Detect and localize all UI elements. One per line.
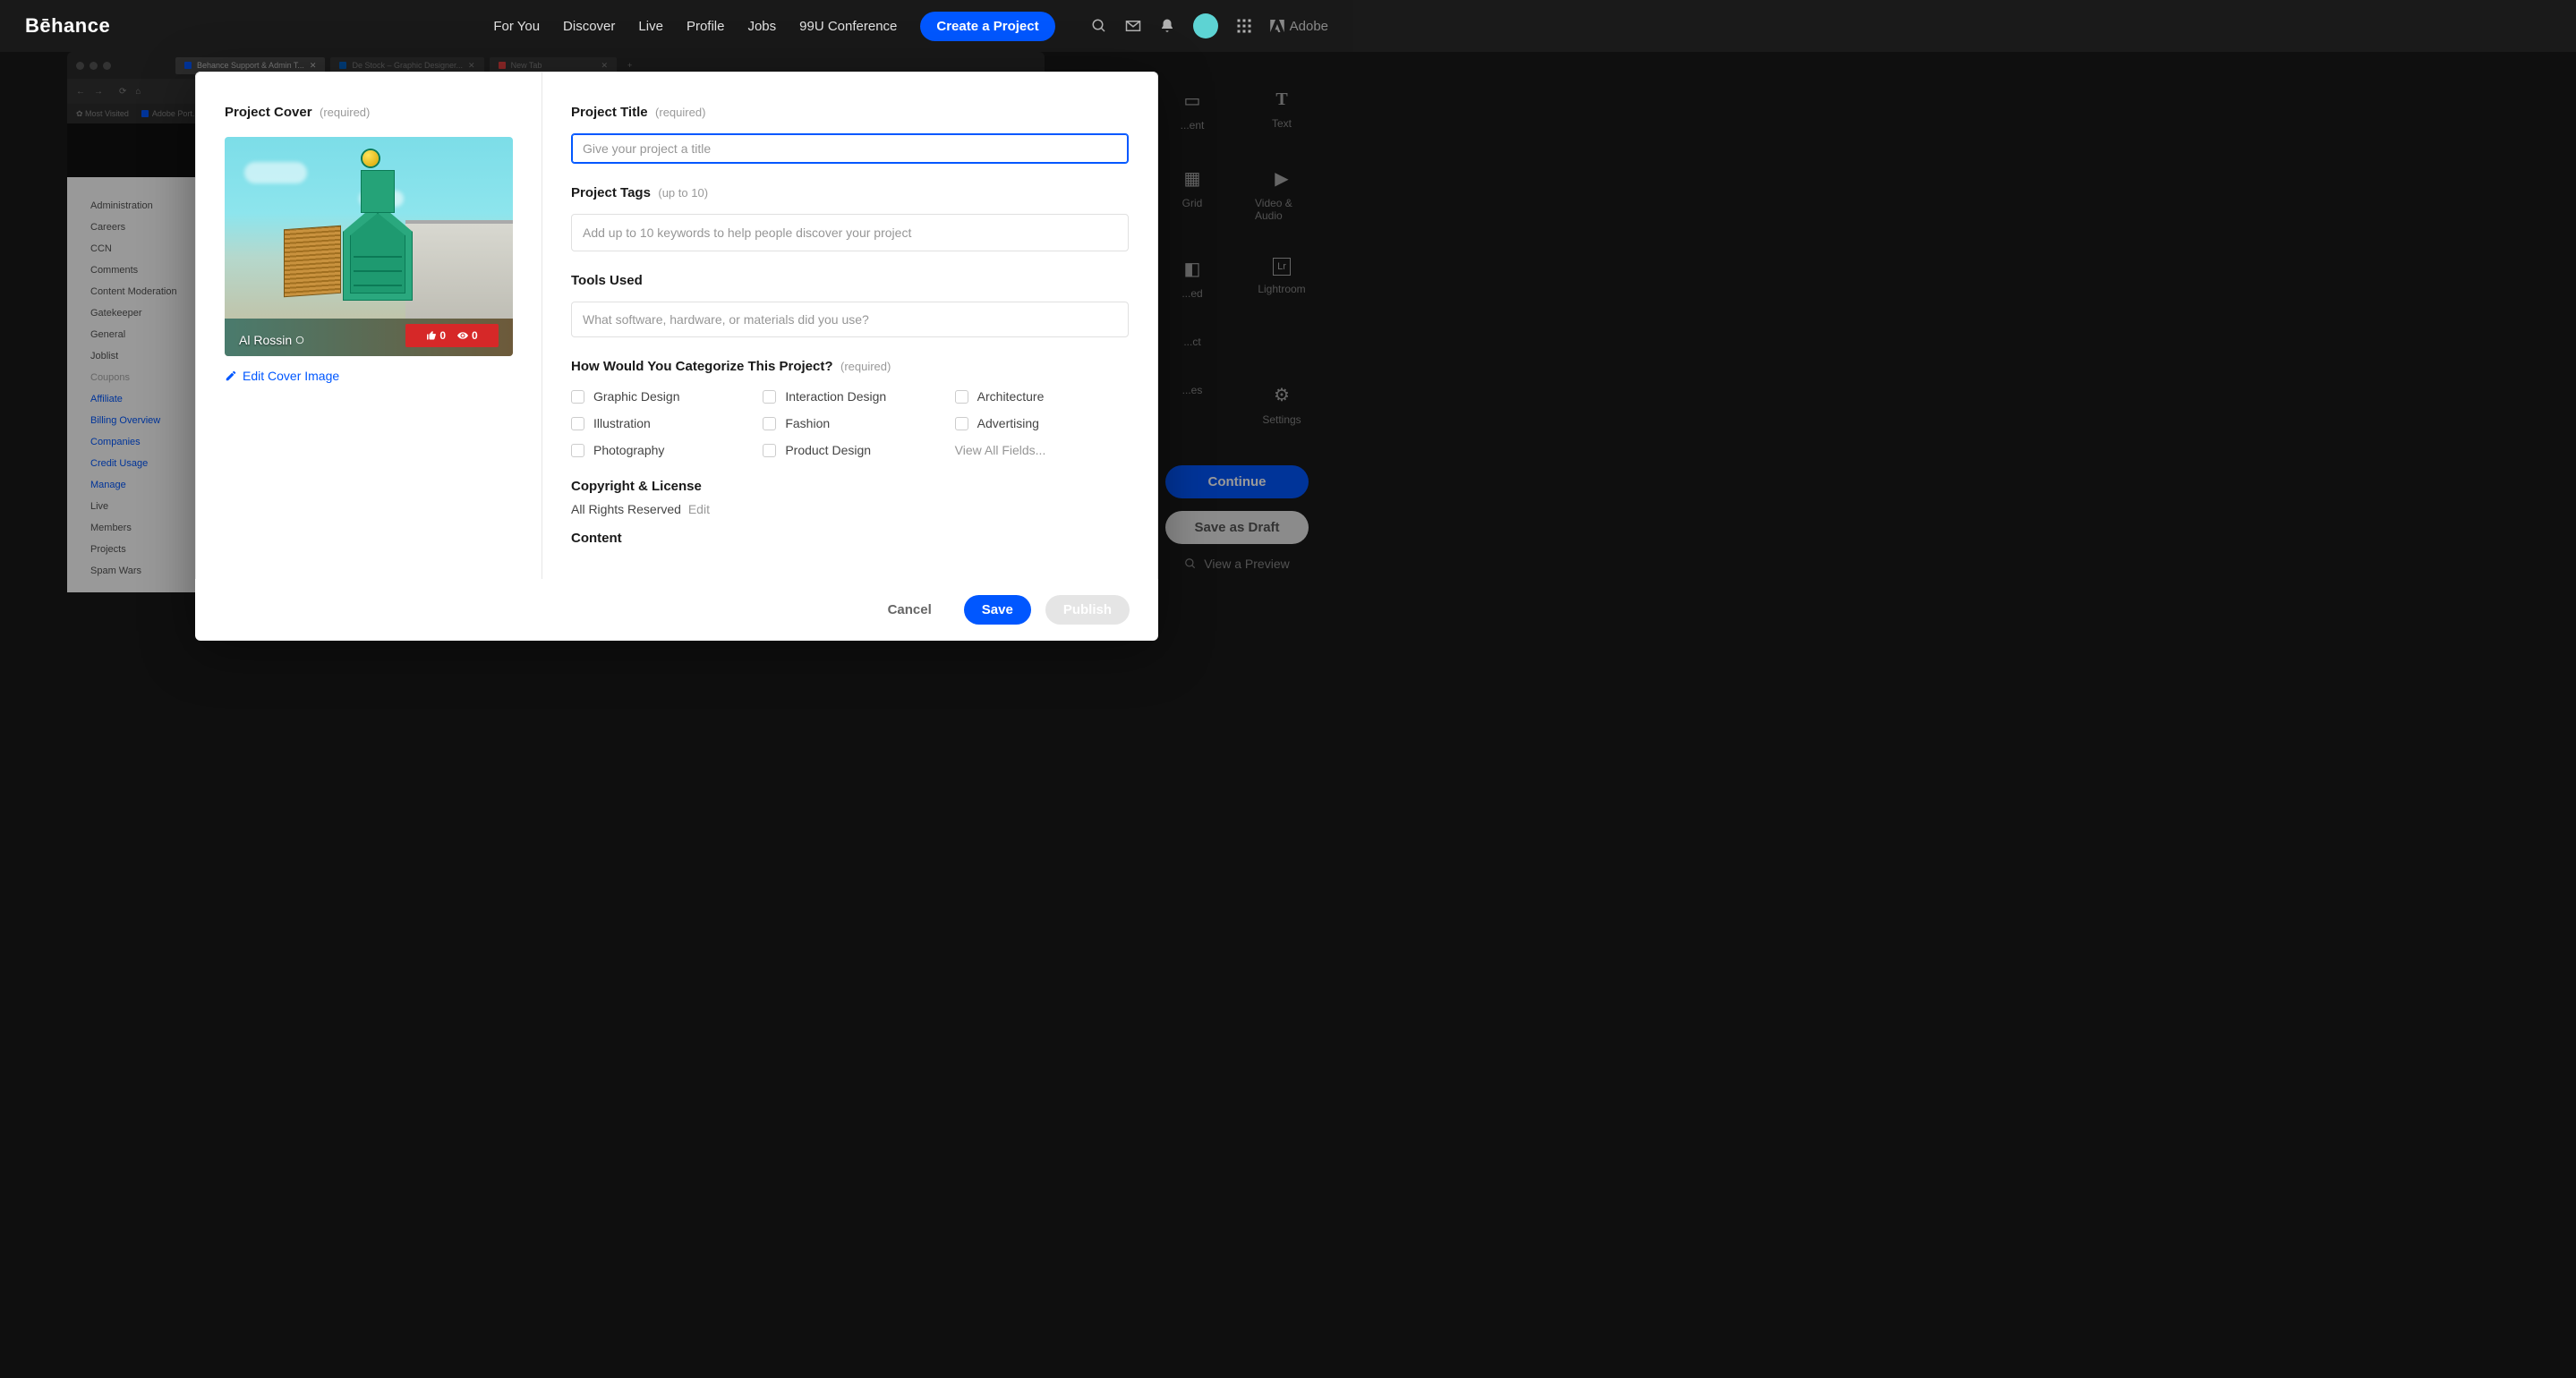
checkbox[interactable] [571, 444, 584, 457]
category-option[interactable]: Advertising [955, 416, 1129, 430]
category-label: Interaction Design [785, 389, 886, 404]
project-tags-label: Project Tags [571, 185, 651, 200]
create-project-button[interactable]: Create a Project [920, 12, 1054, 41]
category-option[interactable]: Illustration [571, 416, 745, 430]
checkbox[interactable] [955, 390, 968, 404]
project-settings-modal: Project Cover (required) [195, 72, 1158, 641]
mail-icon[interactable] [1125, 18, 1141, 34]
nav-links: For You Discover Live Profile Jobs 99U C… [493, 12, 1054, 41]
content-label: Content [571, 531, 622, 546]
nav-discover[interactable]: Discover [563, 19, 615, 34]
checkbox[interactable] [571, 417, 584, 430]
category-option[interactable]: Photography [571, 443, 745, 457]
tags-hint: (up to 10) [658, 186, 708, 200]
category-option[interactable]: Graphic Design [571, 389, 745, 404]
avatar[interactable] [1193, 13, 1218, 38]
copyright-value: All Rights Reserved [571, 502, 681, 516]
apps-grid-icon[interactable] [1236, 18, 1252, 34]
edit-cover-button[interactable]: Edit Cover Image [225, 369, 513, 383]
save-button[interactable]: Save [964, 595, 1031, 625]
required-hint: (required) [840, 360, 891, 373]
cover-stats: 0 0 [405, 324, 499, 347]
cover-preview: Al Rossin 0 0 [225, 137, 513, 356]
tools-used-input[interactable] [571, 302, 1129, 337]
category-label: Illustration [593, 416, 651, 430]
top-nav: Bēhance For You Discover Live Profile Jo… [0, 0, 1353, 52]
checkbox[interactable] [763, 390, 776, 404]
publish-button[interactable]: Publish [1045, 595, 1130, 625]
cancel-button[interactable]: Cancel [870, 595, 950, 625]
category-option[interactable]: Architecture [955, 389, 1129, 404]
adobe-label: Adobe [1290, 19, 1328, 34]
checkbox[interactable] [955, 417, 968, 430]
required-hint: (required) [320, 106, 370, 119]
category-option[interactable]: Fashion [763, 416, 936, 430]
category-label: Advertising [977, 416, 1039, 430]
project-cover-label: Project Cover [225, 105, 312, 120]
search-icon[interactable] [1091, 18, 1107, 34]
nav-for-you[interactable]: For You [493, 19, 540, 34]
view-all-fields-link[interactable]: View All Fields... [955, 443, 1129, 457]
category-label: Architecture [977, 389, 1045, 404]
checkbox[interactable] [763, 444, 776, 457]
required-hint: (required) [655, 106, 705, 119]
copyright-edit-link[interactable]: Edit [688, 502, 710, 516]
category-option[interactable]: Product Design [763, 443, 936, 457]
checkbox[interactable] [571, 390, 584, 404]
nav-jobs[interactable]: Jobs [747, 19, 776, 34]
checkbox[interactable] [763, 417, 776, 430]
nav-live[interactable]: Live [638, 19, 663, 34]
copyright-label: Copyright & License [571, 479, 702, 494]
category-label: Product Design [785, 443, 871, 457]
category-option[interactable]: Interaction Design [763, 389, 936, 404]
category-label: Photography [593, 443, 664, 457]
nav-99u[interactable]: 99U Conference [799, 19, 897, 34]
project-title-input[interactable] [571, 133, 1129, 164]
adobe-logo[interactable]: Adobe [1270, 19, 1328, 34]
project-tags-input[interactable] [571, 214, 1129, 251]
project-title-label: Project Title [571, 105, 648, 120]
cover-author: Al Rossin [239, 333, 304, 347]
category-label: Graphic Design [593, 389, 680, 404]
brand-logo[interactable]: Bēhance [25, 14, 110, 38]
category-label: How Would You Categorize This Project? [571, 359, 833, 374]
category-label: Fashion [785, 416, 830, 430]
tools-used-label: Tools Used [571, 273, 643, 288]
nav-profile[interactable]: Profile [687, 19, 725, 34]
bell-icon[interactable] [1159, 18, 1175, 34]
